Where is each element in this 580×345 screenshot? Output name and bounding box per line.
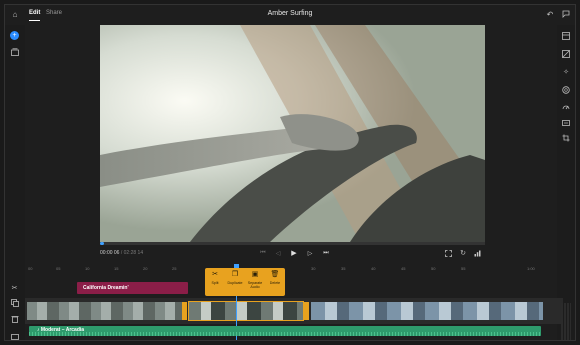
add-media-button[interactable]: + <box>10 31 19 40</box>
effects-icon[interactable]: ✧ <box>561 67 571 77</box>
duplicate-icon: ❐ <box>231 271 239 278</box>
panel-icon[interactable] <box>561 31 571 41</box>
speed-icon[interactable] <box>561 102 571 112</box>
audio-waveform <box>29 332 541 336</box>
playback-controls: 00:00 06 / 02:28 14 ⏮ ◁ ▶ ▷ ⏭ ↻ <box>100 247 485 261</box>
quality-icon[interactable] <box>473 249 481 257</box>
undo-icon[interactable]: ↶ <box>545 9 555 19</box>
clip-action-menu: ✂ Split ❐ Duplicate ▣ Separate Audio 🗑 D… <box>205 268 285 296</box>
separate-audio-button[interactable]: ▣ Separate Audio <box>245 270 265 294</box>
title-clip-label: California Dreamin' <box>83 285 129 291</box>
left-toolbar: + ✂ <box>5 25 25 340</box>
right-toolbar: ✧ <box>557 25 575 340</box>
audio-level-meter <box>561 303 571 340</box>
trim-handle-right[interactable] <box>304 302 309 320</box>
fit-icon[interactable] <box>444 249 452 257</box>
timeline-ruler[interactable]: 00 05 10 15 20 25 30 35 40 45 50 55 1:00 <box>25 264 545 274</box>
selected-video-clip[interactable] <box>188 301 304 321</box>
timecode: 00:00 06 / 02:28 14 <box>100 250 144 256</box>
separate-audio-icon: ▣ <box>251 271 259 278</box>
ruler-tick: 50 <box>431 266 436 271</box>
ruler-tick: 10 <box>85 266 90 271</box>
transitions-icon[interactable] <box>561 49 571 59</box>
color-icon[interactable] <box>561 85 571 95</box>
trim-handle-left[interactable] <box>182 302 187 320</box>
frame-back-icon[interactable]: ◁ <box>274 249 282 257</box>
app-window: ⌂ Edit Share Amber Surfing ↶ + ✂ ✧ 00:00… <box>4 4 576 341</box>
ruler-tick: 20 <box>143 266 148 271</box>
project-title: Amber Surfing <box>267 10 313 17</box>
audio-clip[interactable]: ♪ Moderat – Arcadia <box>29 326 541 336</box>
video-track[interactable] <box>25 298 563 324</box>
ruler-tick: 15 <box>114 266 119 271</box>
trash-icon[interactable] <box>10 314 19 323</box>
ruler-tick: 30 <box>311 266 316 271</box>
video-clip[interactable] <box>27 302 185 320</box>
split-icon: ✂ <box>212 271 218 278</box>
video-preview[interactable] <box>100 25 485 242</box>
ruler-tick: 55 <box>461 266 466 271</box>
ruler-tick: 05 <box>56 266 61 271</box>
preview-scrubber[interactable] <box>100 242 485 245</box>
ruler-tick: 00 <box>28 266 33 271</box>
audio-clip-label: ♪ Moderat – Arcadia <box>37 327 85 333</box>
frame-forward-icon[interactable]: ▷ <box>306 249 314 257</box>
video-clip[interactable] <box>311 302 543 320</box>
ruler-tick: 40 <box>371 266 376 271</box>
delete-button[interactable]: 🗑 Delete <box>265 270 285 294</box>
ruler-tick: 45 <box>401 266 406 271</box>
scissors-icon[interactable]: ✂ <box>10 283 19 292</box>
crop-icon[interactable] <box>561 133 571 143</box>
step-forward-icon[interactable]: ⏭ <box>322 249 330 257</box>
aspect-icon[interactable] <box>10 332 19 340</box>
ruler-tick: 35 <box>341 266 346 271</box>
copy-icon[interactable] <box>10 298 19 307</box>
media-library-icon[interactable] <box>10 47 19 56</box>
ruler-tick: 25 <box>172 266 177 271</box>
captions-icon[interactable] <box>561 118 571 128</box>
title-clip[interactable]: California Dreamin' <box>77 282 188 294</box>
scrubber-handle[interactable] <box>100 242 104 245</box>
duplicate-button[interactable]: ❐ Duplicate <box>225 270 245 294</box>
top-bar: ⌂ Edit Share Amber Surfing ↶ <box>5 5 575 25</box>
step-back-icon[interactable]: ⏮ <box>259 249 267 257</box>
ruler-tick: 1:00 <box>527 266 535 271</box>
delete-icon: 🗑 <box>270 271 280 278</box>
video-frame-image <box>100 25 485 242</box>
split-button[interactable]: ✂ Split <box>205 270 225 294</box>
comment-icon[interactable] <box>561 9 571 19</box>
loop-icon[interactable]: ↻ <box>459 249 467 257</box>
play-button[interactable]: ▶ <box>290 249 298 257</box>
